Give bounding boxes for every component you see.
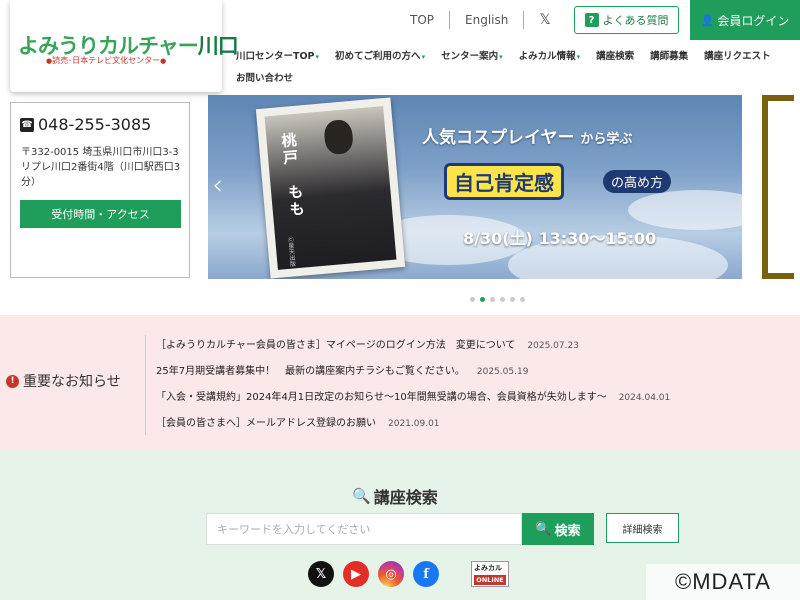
search-button[interactable]: 🔍 検索: [522, 513, 594, 545]
carousel-dot[interactable]: [510, 297, 515, 302]
carousel-dots: [470, 297, 525, 302]
nav-item-instructor-recruit[interactable]: 講師募集: [642, 48, 696, 62]
watermark: ©MDATA: [646, 564, 800, 600]
notice-date: 2021.09.01: [388, 419, 440, 429]
header: よみうりカルチャー川口 読売･日本テレビ文化センター TOP English 𝕏…: [0, 0, 800, 95]
search-icon: 🔍: [352, 487, 371, 505]
event-photo: 桃戸 もも Ⓒ星天出版: [255, 97, 406, 279]
user-icon: 👤: [700, 13, 715, 27]
search-heading: 🔍 講座検索: [352, 487, 438, 507]
chevron-down-icon: ▾: [576, 53, 581, 61]
notices-heading: ! 重要なお知らせ: [6, 371, 121, 391]
nav-row: お問い合わせ: [228, 66, 800, 88]
logo-subtitle: 読売･日本テレビ文化センター: [46, 55, 166, 66]
notice-item[interactable]: 25年7月期受講者募集中！ 最新の講座案内チラシもご覧ください。 2025.05.…: [156, 359, 796, 385]
login-label: 会員ログイン: [717, 13, 790, 28]
question-icon: ?: [584, 13, 599, 27]
carousel-dot[interactable]: [520, 297, 525, 302]
chevron-down-icon: ▾: [499, 53, 503, 61]
nav-item-course-search[interactable]: 講座検索: [588, 48, 642, 62]
faq-button[interactable]: ? よくある質問: [574, 6, 679, 34]
notice-item[interactable]: 「入会・受講規約」2024年4月1日改定のお知らせ〜10年間無受講の場合、会員資…: [156, 385, 796, 411]
carousel-dot-active[interactable]: [480, 297, 485, 302]
search-input[interactable]: [206, 513, 522, 545]
notice-item[interactable]: ［会員の皆さまへ］メールアドレス登録のお願い 2021.09.01: [156, 411, 796, 437]
nav-item-center-info[interactable]: センター案内▾: [433, 48, 511, 62]
notice-item[interactable]: ［よみうりカルチャー会員の皆さま］マイページのログイン方法 変更について 2025…: [156, 333, 796, 359]
search-icon: 🔍: [535, 521, 552, 537]
carousel-dot[interactable]: [500, 297, 505, 302]
banner-title: 人気コスプレイヤー から学ぶ: [422, 128, 633, 148]
nav-item-course-request[interactable]: 講座リクエスト: [696, 48, 779, 62]
notice-date: 2025.05.19: [476, 367, 529, 377]
facebook-icon[interactable]: f: [413, 561, 439, 587]
banner-main-suffix: の高め方: [603, 170, 672, 193]
x-icon[interactable]: 𝕏: [524, 11, 565, 29]
notice-date: 2025.07.23: [527, 341, 579, 351]
carousel-dot[interactable]: [470, 297, 475, 302]
nav-item-yomikaru-info[interactable]: よみカル情報▾: [511, 48, 589, 62]
advanced-search-button[interactable]: 詳細検索: [606, 513, 679, 543]
nav-item-contact[interactable]: お問い合わせ: [228, 70, 301, 84]
chevron-right-icon[interactable]: ›: [770, 168, 781, 201]
access-button[interactable]: 受付時間・アクセス: [20, 200, 181, 228]
notice-list: ［よみうりカルチャー会員の皆さま］マイページのログイン方法 変更について 2025…: [156, 333, 796, 437]
main-nav: 川口センターTOP▾ 初めてご利用の方へ▾ センター案内▾ よみカル情報▾ 講座…: [228, 44, 800, 88]
important-notices: ! 重要なお知らせ ［よみうりカルチャー会員の皆さま］マイページのログイン方法 …: [0, 315, 800, 451]
x-icon[interactable]: 𝕏: [308, 561, 334, 587]
banner-date: 8/30(土) 13:30〜15:00: [463, 229, 657, 248]
chevron-down-icon: ▾: [315, 53, 320, 61]
banner-main-text: 自己肯定感: [444, 163, 564, 200]
instagram-icon[interactable]: ◎: [378, 561, 404, 587]
yomikaru-online-logo[interactable]: よみカル ONLINE: [471, 561, 509, 587]
person-name-2: もも: [285, 183, 307, 219]
top-link-english[interactable]: English: [450, 11, 525, 29]
phone-number[interactable]: ☎ 048-255-3085: [20, 115, 151, 134]
person-name-1: 桃戸: [279, 131, 300, 168]
member-login-button[interactable]: 👤 会員ログイン: [690, 0, 800, 40]
carousel-dot[interactable]: [490, 297, 495, 302]
notice-date: 2024.04.01: [618, 393, 671, 403]
nav-item-first-time[interactable]: 初めてご利用の方へ▾: [327, 48, 433, 62]
site-logo[interactable]: よみうりカルチャー川口 読売･日本テレビ文化センター: [10, 0, 239, 92]
social-links: 𝕏 ▶ ◎ f よみカル ONLINE: [308, 561, 509, 587]
hero-banner[interactable]: 桃戸 もも Ⓒ星天出版 人気コスプレイヤー から学ぶ 自己肯定感 の高め方 8/…: [208, 95, 742, 279]
photo-credit: Ⓒ星天出版: [286, 236, 296, 267]
chevron-left-icon[interactable]: ‹: [212, 168, 223, 201]
nav-item-center-top[interactable]: 川口センターTOP▾: [228, 48, 327, 62]
top-links: TOP English 𝕏: [395, 10, 566, 30]
top-link-top[interactable]: TOP: [395, 11, 451, 29]
chevron-down-icon: ▾: [421, 53, 426, 61]
faq-label: よくある質問: [602, 14, 669, 27]
phone-icon: ☎: [20, 117, 34, 132]
youtube-icon[interactable]: ▶: [343, 561, 369, 587]
contact-card: ☎ 048-255-3085 〒332-0015 埼玉県川口市川口3-3 リプレ…: [10, 102, 190, 278]
nav-row: 川口センターTOP▾ 初めてご利用の方へ▾ センター案内▾ よみカル情報▾ 講座…: [228, 44, 800, 66]
alert-icon: !: [6, 374, 19, 388]
address: 〒332-0015 埼玉県川口市川口3-3 リプレ川口2番街4階（川口駅西口3分…: [21, 147, 181, 188]
